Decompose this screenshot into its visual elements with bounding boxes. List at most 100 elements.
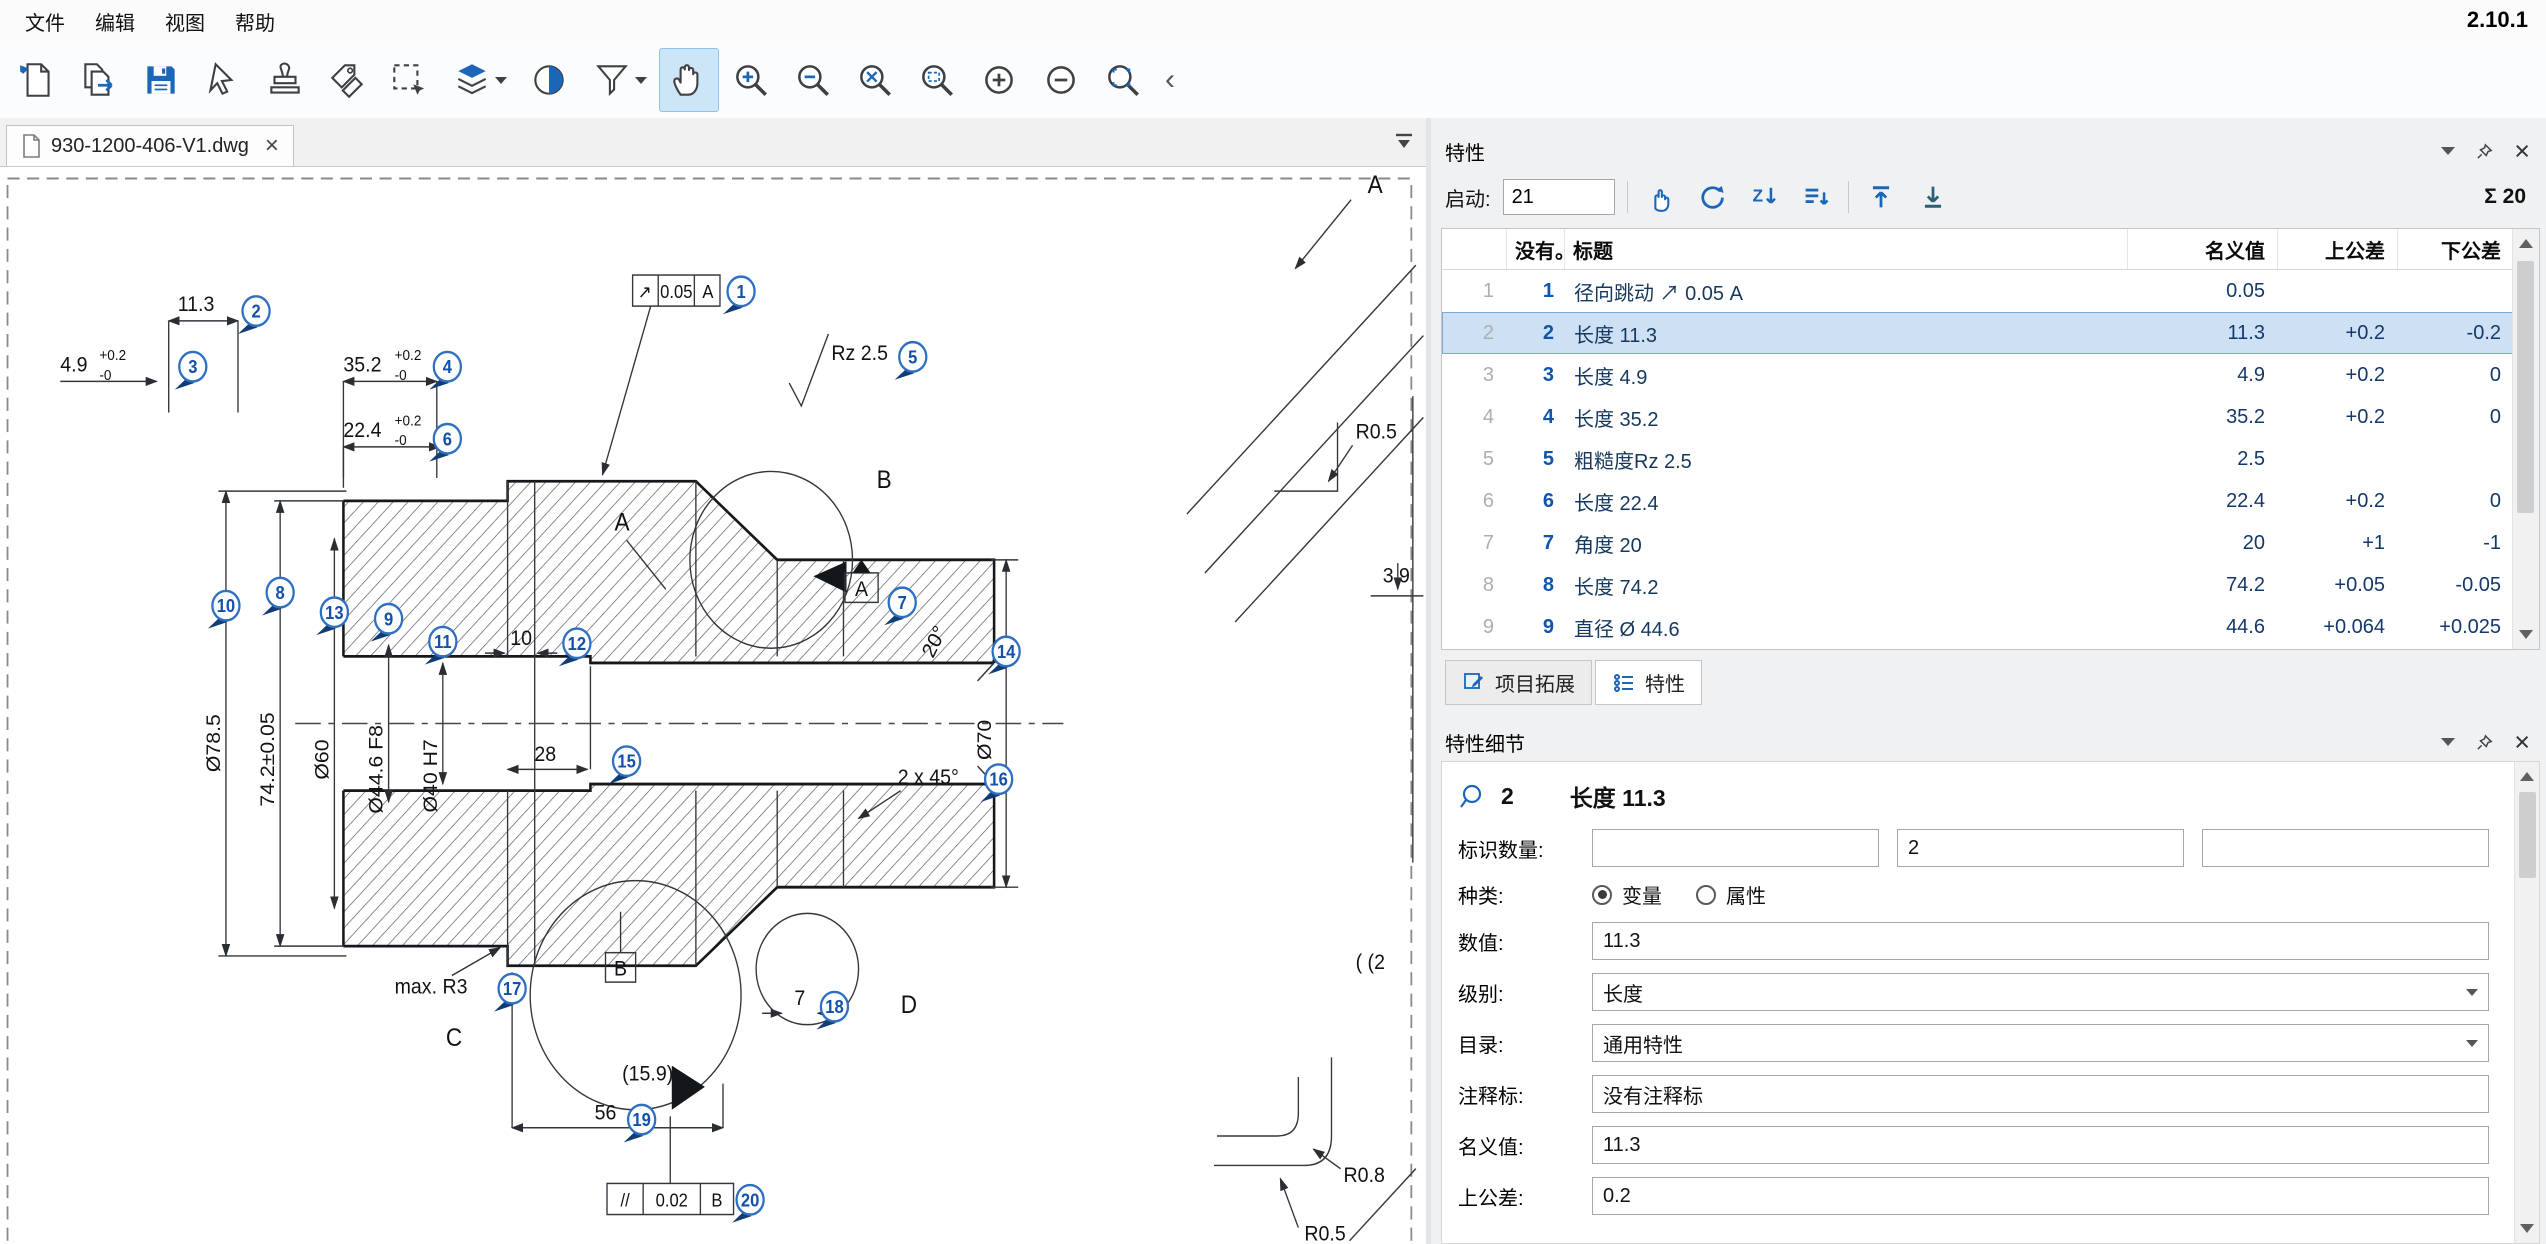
cell-upper: +0.05	[2277, 574, 2397, 597]
filter-button[interactable]	[581, 48, 657, 112]
svg-text:6: 6	[443, 429, 452, 450]
close-icon[interactable]: ×	[2514, 729, 2530, 756]
select-tool-button[interactable]	[193, 48, 253, 112]
cell-lower: 0	[2397, 406, 2513, 429]
tab-properties[interactable]: 特性	[1595, 660, 1702, 705]
balloon-4[interactable]: 4	[429, 352, 461, 390]
menu-help[interactable]: 帮助	[220, 2, 290, 41]
scroll-thumb[interactable]	[2519, 792, 2536, 878]
filter-caret-icon[interactable]	[635, 77, 647, 84]
header-nominal[interactable]: 名义值	[2127, 229, 2277, 269]
move-top-button[interactable]	[1861, 177, 1901, 217]
table-scrollbar[interactable]	[2512, 229, 2539, 649]
pin-icon[interactable]	[2475, 733, 2494, 752]
renumber-button[interactable]	[1692, 177, 1732, 217]
panel-menu-chevron-icon[interactable]	[2441, 147, 2455, 155]
svg-text:12: 12	[568, 633, 586, 654]
zoom-selection-button[interactable]	[1093, 48, 1153, 112]
decrease-circle-button[interactable]	[1031, 48, 1091, 112]
tab-close-icon[interactable]: ×	[265, 134, 279, 158]
zoom-fit-button[interactable]	[845, 48, 905, 112]
stamp-tool-button[interactable]	[255, 48, 315, 112]
panel-menu-chevron-icon[interactable]	[2441, 738, 2455, 746]
table-row[interactable]: 55粗糙度Rz 2.52.5	[1442, 438, 2513, 480]
radio-variable[interactable]	[1592, 885, 1612, 905]
header-title[interactable]: 标题	[1564, 229, 2127, 269]
table-row[interactable]: 88长度 74.274.2+0.05-0.05	[1442, 564, 2513, 606]
radio-attribute[interactable]	[1696, 885, 1716, 905]
balloon-8[interactable]: 8	[262, 578, 294, 616]
table-row[interactable]: 33长度 4.94.9+0.20	[1442, 354, 2513, 396]
balloon-20[interactable]: 20	[732, 1185, 764, 1223]
svg-text:Rz 2.5: Rz 2.5	[831, 341, 888, 365]
new-document-button[interactable]	[7, 48, 67, 112]
properties-table: 没有。 标题 名义值 上公差 下公差 11径向跳动 ↗ 0.05 A0.0522…	[1441, 228, 2540, 650]
drawing-canvas[interactable]: ↗ 0.05 A // 0.02 B A B	[0, 167, 1426, 1244]
header-no[interactable]: 没有。	[1506, 229, 1564, 269]
menu-file[interactable]: 文件	[10, 2, 80, 41]
details-scrollbar[interactable]	[2514, 762, 2539, 1243]
document-tab[interactable]: 930-1200-406-V1.dwg ×	[6, 125, 294, 166]
scroll-down-icon[interactable]	[2520, 1224, 2534, 1233]
tab-project-extension[interactable]: 项目拓展	[1445, 660, 1592, 705]
balloon-5[interactable]: 5	[895, 342, 927, 380]
header-upper[interactable]: 上公差	[2277, 229, 2397, 269]
note-input[interactable]	[1592, 1075, 2489, 1113]
zoom-window-button[interactable]	[907, 48, 967, 112]
level-select[interactable]: 长度	[1592, 973, 2489, 1011]
table-row[interactable]: 66长度 22.422.4+0.20	[1442, 480, 2513, 522]
tab-list-menu-icon[interactable]	[1392, 129, 1416, 156]
menu-view[interactable]: 视图	[150, 2, 220, 41]
table-row[interactable]: 44长度 35.235.2+0.20	[1442, 396, 2513, 438]
pan-tool-button[interactable]	[659, 48, 719, 112]
save-button[interactable]	[131, 48, 191, 112]
balloon-1[interactable]: 1	[723, 277, 755, 315]
catalog-select[interactable]: 通用特性	[1592, 1024, 2489, 1062]
tab-properties-label: 特性	[1645, 668, 1685, 697]
cell-index: 6	[1442, 490, 1506, 513]
header-lower[interactable]: 下公差	[2397, 229, 2513, 269]
pin-icon[interactable]	[2475, 142, 2494, 161]
menu-edit[interactable]: 编辑	[80, 2, 150, 41]
id-count-input-3[interactable]	[2202, 829, 2489, 867]
scroll-thumb[interactable]	[2517, 261, 2534, 513]
value-input[interactable]	[1592, 922, 2489, 960]
svg-text:B: B	[877, 466, 892, 493]
tag-tool-button[interactable]	[317, 48, 377, 112]
balloon-3[interactable]: 3	[175, 352, 207, 390]
layers-button[interactable]	[441, 48, 517, 112]
table-row[interactable]: 11径向跳动 ↗ 0.05 A0.05	[1442, 270, 2513, 312]
layers-caret-icon[interactable]	[495, 77, 507, 84]
table-row[interactable]: 77角度 2020+1-1	[1442, 522, 2513, 564]
table-row[interactable]: 99直径 Ø 44.644.6+0.064+0.025	[1442, 606, 2513, 648]
scroll-up-icon[interactable]	[2519, 239, 2533, 248]
table-row[interactable]: 22长度 11.311.3+0.2-0.2	[1442, 312, 2513, 354]
marquee-select-button[interactable]	[379, 48, 439, 112]
id-count-input-1[interactable]	[1592, 829, 1879, 867]
increase-circle-button[interactable]	[969, 48, 1029, 112]
open-document-button[interactable]	[69, 48, 129, 112]
cell-index: 3	[1442, 364, 1506, 387]
zoom-out-button[interactable]	[783, 48, 843, 112]
nominal-input[interactable]	[1592, 1126, 2489, 1164]
balloon-10[interactable]: 10	[208, 591, 240, 629]
start-count-input[interactable]	[1503, 179, 1615, 215]
scroll-up-icon[interactable]	[2520, 772, 2534, 781]
move-bottom-button[interactable]	[1913, 177, 1953, 217]
scroll-down-icon[interactable]	[2519, 630, 2533, 639]
balloon-18[interactable]: 18	[816, 992, 848, 1030]
id-count-input-2[interactable]	[1897, 829, 2184, 867]
sort-list-button[interactable]	[1796, 177, 1836, 217]
balloon-6[interactable]: 6	[429, 424, 461, 462]
toolbar-collapse-chevron[interactable]: ‹	[1155, 48, 1185, 112]
close-icon[interactable]: ×	[2514, 138, 2530, 165]
z-order-button[interactable]: Z	[1744, 177, 1784, 217]
upper-tol-input[interactable]	[1592, 1177, 2489, 1215]
hand-tool-button[interactable]	[1640, 177, 1680, 217]
zoom-in-button[interactable]	[721, 48, 781, 112]
balloon-15[interactable]: 15	[609, 746, 641, 784]
balloon-2[interactable]: 2	[238, 296, 270, 334]
balloon-19[interactable]: 19	[624, 1105, 656, 1143]
balloon-17[interactable]: 17	[494, 974, 526, 1012]
invert-display-button[interactable]	[519, 48, 579, 112]
